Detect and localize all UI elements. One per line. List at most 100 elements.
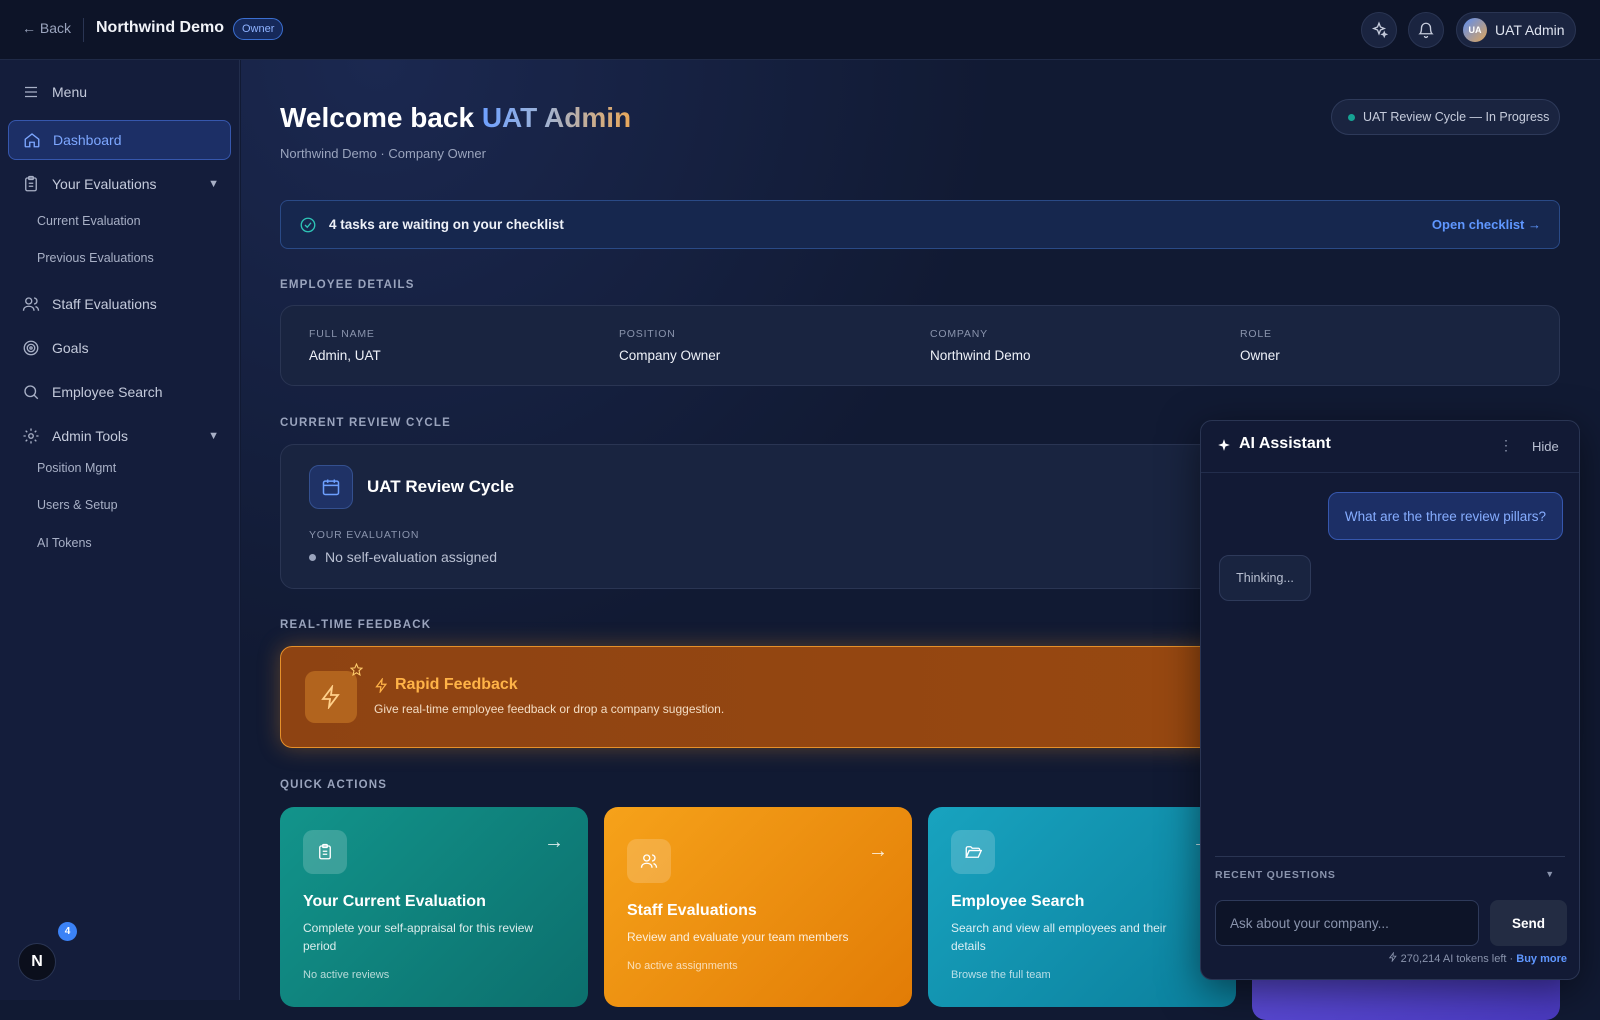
cycle-status-pill: UAT Review Cycle — In Progress: [1331, 99, 1560, 135]
token-balance: 270,214 AI tokens left · Buy more: [1201, 951, 1567, 965]
launcher-badge: 4: [58, 922, 77, 941]
sidebar-item-label: Goals: [52, 340, 89, 356]
sidebar-item-label: Employee Search: [52, 384, 163, 400]
user-menu[interactable]: UA UAT Admin: [1456, 12, 1576, 48]
checklist-banner[interactable]: 4 tasks are waiting on your checklist Op…: [280, 200, 1560, 249]
buy-more-link[interactable]: Buy more: [1516, 953, 1567, 965]
field-position: POSITION Company Owner: [619, 328, 721, 363]
sidebar-subitem-previous-evaluations[interactable]: Previous Evaluations: [37, 251, 154, 265]
sidebar-item-admin-tools[interactable]: Admin Tools ▼: [8, 416, 231, 456]
field-full-name: FULL NAME Admin, UAT: [309, 328, 381, 363]
sidebar-item-label: Admin Tools: [52, 428, 129, 444]
assistant-message: Thinking...: [1219, 555, 1311, 601]
qa-foot: No active reviews: [303, 969, 390, 981]
clipboard-icon: [319, 843, 331, 860]
ai-panel-header: AI Assistant ⋮ Hide: [1201, 421, 1579, 473]
arrow-right-icon: →: [544, 831, 564, 853]
status-dot: [309, 553, 316, 561]
target-icon: [23, 340, 39, 356]
page-subtitle: Northwind Demo · Company Owner: [280, 146, 486, 161]
recent-questions-toggle[interactable]: RECENT QUESTIONS ▼: [1215, 856, 1565, 881]
open-checklist-link[interactable]: Open checklist →: [1432, 217, 1541, 232]
checklist-text: 4 tasks are waiting on your checklist: [329, 217, 564, 232]
folder-open-icon: [965, 846, 982, 858]
check-circle-icon: [300, 217, 316, 232]
search-icon: [24, 385, 39, 400]
qa-title: Employee Search: [951, 893, 1085, 910]
clipboard-tile: [303, 830, 347, 874]
company-title: Northwind Demo: [96, 19, 224, 36]
sidebar-item-label: Dashboard: [53, 132, 122, 148]
qa-desc: Review and evaluate your team members: [627, 930, 849, 944]
users-tile: [627, 839, 671, 883]
sidebar-item-label: Staff Evaluations: [52, 296, 157, 312]
qa-desc: Search and view all employees and their …: [951, 921, 1167, 953]
ai-panel-title: AI Assistant: [1239, 435, 1331, 452]
lightning-icon: [375, 677, 388, 693]
star-icon: [350, 663, 363, 676]
top-bar: ← Back Northwind Demo Owner UA UAT Admin: [0, 0, 1600, 60]
evaluation-status: No self-evaluation assigned: [309, 549, 497, 565]
sidebar-subitem-position-mgmt[interactable]: Position Mgmt: [37, 461, 116, 475]
menu-toggle[interactable]: Menu: [8, 72, 231, 112]
qa-title: Your Current Evaluation: [303, 893, 486, 910]
feedback-heading: REAL-TIME FEEDBACK: [280, 619, 432, 631]
employee-details-heading: EMPLOYEE DETAILS: [280, 279, 415, 291]
folder-tile: [951, 830, 995, 874]
users-icon: [640, 854, 658, 868]
topbar-divider: [83, 18, 84, 42]
user-name: UAT Admin: [1495, 22, 1565, 38]
ai-sparkle-button[interactable]: [1361, 12, 1397, 48]
rapid-feedback-desc: Give real-time employee feedback or drop…: [374, 702, 725, 716]
sidebar-item-label: Your Evaluations: [52, 176, 157, 192]
ai-assistant-panel: AI Assistant ⋮ Hide What are the three r…: [1200, 420, 1580, 980]
users-icon: [22, 297, 40, 311]
qa-current-evaluation-card[interactable]: → Your Current Evaluation Complete your …: [280, 807, 588, 1007]
avatar: UA: [1463, 18, 1487, 42]
qa-employee-search-card[interactable]: → Employee Search Search and view all em…: [928, 807, 1236, 1007]
hide-panel-button[interactable]: Hide: [1532, 439, 1559, 454]
sidebar-subitem-ai-tokens[interactable]: AI Tokens: [37, 536, 92, 550]
user-message: What are the three review pillars?: [1327, 492, 1563, 540]
field-role: ROLE Owner: [1240, 328, 1280, 363]
sparkle-icon: [1371, 21, 1388, 39]
more-options-icon[interactable]: ⋮: [1499, 437, 1513, 454]
qa-desc: Complete your self-appraisal for this re…: [303, 921, 534, 953]
app-launcher-button[interactable]: N: [18, 943, 56, 981]
sidebar-subitem-users-setup[interactable]: Users & Setup: [37, 498, 118, 512]
sidebar-item-goals[interactable]: Goals: [8, 328, 231, 368]
sidebar-item-employee-search[interactable]: Employee Search: [8, 372, 231, 412]
sidebar-item-staff-evaluations[interactable]: Staff Evaluations: [8, 284, 231, 324]
sidebar-subitem-current-evaluation[interactable]: Current Evaluation: [37, 214, 141, 228]
qa-foot: Browse the full team: [951, 969, 1051, 981]
arrow-right-icon: →: [868, 840, 888, 862]
sidebar-item-dashboard[interactable]: Dashboard: [8, 120, 231, 160]
rapid-feedback-title: Rapid Feedback: [374, 676, 518, 694]
sparkle-icon: [1218, 439, 1230, 451]
gear-icon: [23, 428, 39, 444]
review-cycle-title: UAT Review Cycle: [367, 477, 515, 496]
calendar-tile: [309, 465, 353, 509]
notifications-button[interactable]: [1408, 12, 1444, 48]
send-button[interactable]: Send: [1490, 900, 1567, 946]
qa-foot: No active assignments: [627, 960, 738, 972]
qa-title: Staff Evaluations: [627, 902, 757, 919]
clipboard-icon: [25, 175, 37, 192]
welcome-user-name: UAT Admin: [481, 102, 632, 133]
recent-questions-label: RECENT QUESTIONS: [1215, 869, 1336, 881]
evaluation-status-text: No self-evaluation assigned: [325, 549, 497, 565]
ai-question-input[interactable]: [1215, 900, 1479, 946]
qa-staff-evaluations-card[interactable]: → Staff Evaluations Review and evaluate …: [604, 807, 912, 1007]
your-evaluation-label: YOUR EVALUATION: [309, 529, 420, 541]
sidebar-item-your-evaluations[interactable]: Your Evaluations ▼: [8, 164, 231, 204]
back-button[interactable]: ← Back: [22, 20, 71, 36]
page-title: Welcome back UAT Admin: [280, 102, 632, 133]
cycle-status-text: UAT Review Cycle — In Progress: [1363, 110, 1550, 124]
role-badge: Owner: [233, 18, 284, 40]
lightning-icon: [321, 685, 340, 709]
employee-details-card: FULL NAME Admin, UAT POSITION Company Owne…: [280, 305, 1560, 386]
calendar-icon: [322, 479, 340, 496]
lightning-icon: [1388, 951, 1397, 963]
chevron-down-icon[interactable]: ▼: [208, 430, 219, 442]
chevron-down-icon[interactable]: ▼: [208, 178, 219, 190]
